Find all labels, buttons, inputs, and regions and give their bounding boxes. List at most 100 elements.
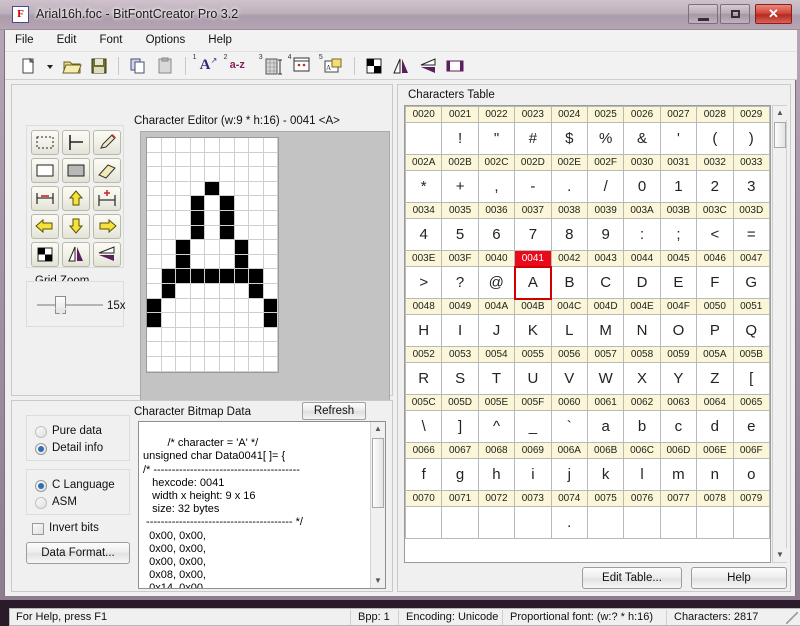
char-glyph-cell[interactable]: R [405,362,443,395]
pixel-cell[interactable] [249,254,264,270]
pixel-cell[interactable] [205,138,220,153]
char-code-cell[interactable]: 0069 [514,442,552,459]
pixel-cell[interactable] [176,269,191,284]
char-code-cell[interactable]: 0070 [405,490,443,507]
pixel-cell[interactable] [249,298,264,314]
char-code-cell[interactable]: 004D [586,298,625,315]
char-code-cell[interactable]: 0033 [732,154,770,171]
char-glyph-cell[interactable]: < [696,218,734,251]
char-code-cell[interactable]: 0055 [514,346,552,363]
pixel-grid[interactable] [146,137,280,373]
pixel-cell[interactable] [234,298,250,314]
char-glyph-cell[interactable]: " [477,122,516,155]
pixel-cell[interactable] [205,240,220,255]
char-glyph-cell[interactable]: I [441,314,479,347]
char-glyph-cell[interactable]: g [441,458,479,491]
char-code-cell[interactable]: 0063 [659,394,698,411]
char-code-cell[interactable]: 002D [514,154,552,171]
pixel-cell[interactable] [249,181,264,197]
char-code-cell[interactable]: 003B [659,202,698,219]
pixel-cell[interactable] [219,298,235,314]
pixel-cell[interactable] [161,356,177,372]
pixel-cell[interactable] [176,152,191,168]
char-code-cell[interactable]: 0044 [623,250,661,267]
pixel-cell[interactable] [234,342,250,357]
pixel-cell[interactable] [263,327,279,343]
char-glyph-cell[interactable]: T [477,362,516,395]
char-glyph-cell[interactable]: a [586,410,625,443]
pixel-cell[interactable] [263,254,279,270]
open-file-icon[interactable] [61,55,83,77]
char-glyph-cell[interactable] [405,506,443,539]
pixel-cell[interactable] [190,356,206,372]
flip-horizontal-icon[interactable] [390,55,412,77]
pixel-cell[interactable] [249,196,264,211]
minimize-button[interactable] [688,4,718,24]
char-glyph-cell[interactable]: 6 [477,218,516,251]
pixel-cell[interactable] [161,298,177,314]
decrease-width-tool[interactable] [31,186,59,211]
char-glyph-cell[interactable]: e [732,410,770,443]
data-format-button[interactable]: Data Format... [26,542,130,564]
pixel-cell[interactable] [234,167,250,182]
char-glyph-cell[interactable]: E [659,266,698,299]
char-glyph-cell[interactable]: U [514,362,552,395]
pixel-cell[interactable] [161,138,177,153]
char-glyph-cell[interactable]: l [623,458,661,491]
refresh-button[interactable]: Refresh [302,402,366,420]
pixel-cell[interactable] [176,356,191,372]
char-code-cell[interactable]: 0020 [405,106,443,123]
pixel-cell[interactable] [234,356,250,372]
char-code-cell[interactable]: 006F [732,442,770,459]
pixel-cell[interactable] [147,327,162,343]
move-right-tool[interactable] [93,214,121,239]
char-glyph-cell[interactable]: ^ [477,410,516,443]
pixel-cell[interactable] [190,269,206,284]
pixel-cell[interactable] [161,152,177,168]
char-glyph-cell[interactable]: o [732,458,770,491]
pixel-cell[interactable] [205,269,220,284]
pixel-cell[interactable] [176,254,191,270]
char-glyph-cell[interactable]: , [477,170,516,203]
pixel-cell[interactable] [190,225,206,241]
pixel-cell[interactable] [176,327,191,343]
char-code-cell[interactable]: 005B [732,346,770,363]
help-button[interactable]: Help [691,567,787,589]
pixel-cell[interactable] [219,167,235,182]
char-code-cell[interactable]: 0035 [441,202,479,219]
char-code-cell[interactable]: 005D [441,394,479,411]
bitmap-data-scrollbar[interactable]: ▲ ▼ [370,422,385,588]
char-glyph-cell[interactable]: O [659,314,698,347]
char-code-cell[interactable]: 0060 [550,394,588,411]
char-code-cell[interactable]: 0036 [477,202,516,219]
pixel-cell[interactable] [147,181,162,197]
pixel-cell[interactable] [147,138,162,153]
char-code-cell[interactable]: 0047 [732,250,770,267]
asm-radio[interactable] [35,497,47,509]
char-glyph-cell[interactable]: k [586,458,625,491]
char-code-cell[interactable]: 0076 [623,490,661,507]
char-glyph-cell[interactable]: S [441,362,479,395]
char-code-cell[interactable]: 0078 [696,490,734,507]
char-glyph-cell[interactable]: 9 [586,218,625,251]
char-code-cell[interactable]: 003F [441,250,479,267]
char-glyph-cell[interactable] [441,506,479,539]
select-rectangle-tool[interactable] [31,130,59,155]
char-glyph-cell[interactable]: N [623,314,661,347]
char-glyph-cell[interactable]: W [586,362,625,395]
invert-tool[interactable] [31,242,59,267]
flip-vertical-icon[interactable] [417,55,439,77]
pixel-cell[interactable] [219,240,235,255]
pixel-cell[interactable] [205,152,220,168]
pixel-cell[interactable] [219,210,235,226]
pixel-cell[interactable] [161,240,177,255]
pixel-cell[interactable] [161,269,177,284]
character-editor-canvas[interactable] [140,131,390,439]
pixel-cell[interactable] [147,210,162,226]
char-code-cell[interactable]: 006B [586,442,625,459]
pixel-cell[interactable] [249,313,264,328]
char-code-cell[interactable]: 005C [405,394,443,411]
char-code-cell[interactable]: 0059 [659,346,698,363]
menu-help[interactable]: Help [198,30,242,50]
flip-vertical-tool[interactable] [93,242,121,267]
